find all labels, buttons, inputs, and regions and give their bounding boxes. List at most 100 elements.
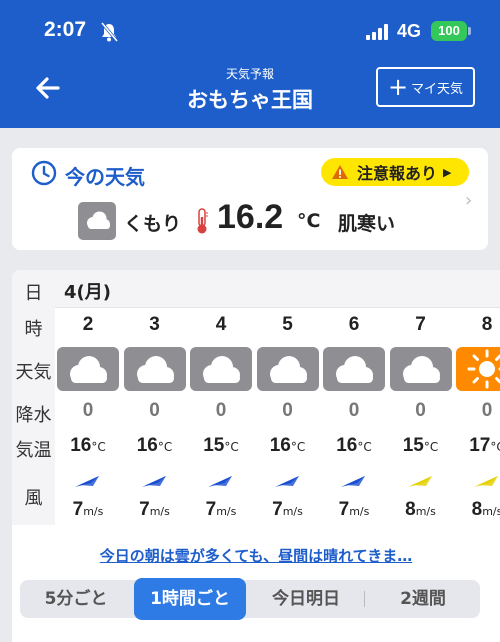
current-condition: くもり	[124, 213, 182, 235]
wind-speed-value: 7	[139, 499, 150, 520]
temperature-cell: 17°C	[454, 435, 500, 457]
temperature-unit: °C	[423, 440, 439, 454]
wind-speed-unit: m/s	[415, 505, 436, 518]
wind-direction-icon	[454, 473, 500, 487]
temperature-unit: °C	[490, 440, 500, 454]
warning-label: 注意報あり	[357, 164, 438, 183]
precipitation-value: 0	[149, 400, 160, 421]
wind-speed-unit: m/s	[83, 505, 104, 518]
tab-divider	[364, 591, 365, 607]
row-label-wind: 風	[24, 488, 43, 509]
row-label-day: 日	[24, 283, 43, 304]
wind-speed-value: 7	[338, 499, 350, 520]
precipitation-value: 0	[282, 400, 293, 421]
clock-icon	[31, 160, 57, 186]
wind-speed-cell: 7m/s	[321, 499, 387, 521]
tab-2weeks[interactable]: 2週間	[366, 580, 480, 618]
battery-tip	[468, 27, 471, 35]
wind-direction-icon	[188, 473, 254, 487]
hour-label: 8	[481, 314, 493, 335]
temperature-unit: °C	[157, 440, 173, 454]
forecast-summary-link[interactable]: 今日の朝は雲が多くても、昼間は晴れてきま…	[12, 545, 500, 566]
current-weather-card[interactable]: 今の天気 注意報あり ▶ くもり 16.2 °C 肌寒い ›	[12, 148, 488, 250]
wind-speed-cell: 7m/s	[122, 499, 188, 521]
wind-speed-value: 7	[72, 499, 84, 520]
wind-direction-icon	[122, 473, 188, 487]
wind-speed-unit: m/s	[482, 505, 500, 518]
wind-speed-value: 8	[405, 499, 416, 520]
temperature-value: 17	[469, 435, 491, 456]
tab-today-tomorrow[interactable]: 今日明日	[248, 580, 364, 618]
hour-label: 7	[415, 314, 426, 335]
precipitation-value: 0	[215, 400, 227, 421]
day-label: 4(月)	[64, 282, 111, 303]
wind-speed-unit: m/s	[282, 505, 303, 518]
temperature-value: 15	[203, 435, 225, 456]
wind-speed-unit: m/s	[149, 505, 170, 518]
wind-speed-value: 8	[471, 499, 483, 520]
temperature-value: 16	[70, 435, 92, 456]
wind-speed-cell: 7m/s	[55, 499, 121, 521]
bell-off-icon	[100, 22, 118, 42]
temperature-value: 16	[136, 435, 158, 456]
cloudy-icon	[323, 347, 385, 391]
temperature-unit: °C	[290, 440, 306, 454]
plus-icon: +	[387, 73, 409, 101]
cloudy-icon	[190, 347, 252, 391]
temperature-cell: 16°C	[55, 435, 121, 457]
temperature-unit: °C	[357, 440, 372, 454]
row-label-precip: 降水	[15, 405, 52, 426]
wind-speed-cell: 8m/s	[454, 499, 500, 521]
add-my-weather-button[interactable]: + マイ天気	[376, 67, 475, 107]
interval-tabs: 5分ごと 1時間ごと 今日明日 2週間	[20, 578, 480, 620]
day-row	[55, 270, 500, 308]
warning-badge[interactable]: 注意報あり ▶	[321, 158, 469, 186]
row-label-weather: 天気	[15, 362, 52, 383]
wind-speed-cell: 7m/s	[188, 499, 254, 521]
temperature-cell: 15°C	[188, 435, 254, 457]
hour-label: 5	[282, 314, 293, 335]
cloudy-icon	[57, 347, 119, 391]
thermometer-icon	[197, 208, 208, 234]
tab-5min[interactable]: 5分ごと	[20, 580, 132, 618]
status-bar: 2:07 4G 100	[0, 0, 500, 62]
temperature-cell: 15°C	[388, 435, 454, 457]
cloudy-icon	[123, 347, 186, 391]
cloudy-icon	[256, 347, 319, 391]
warning-icon	[332, 165, 348, 179]
hour-label: 6	[348, 314, 360, 335]
temperature-cell: 16°C	[255, 435, 321, 457]
temperature-cell: 16°C	[122, 435, 188, 457]
precipitation-value: 0	[415, 400, 426, 421]
tab-hourly[interactable]: 1時間ごと	[134, 578, 246, 620]
wind-speed-cell: 8m/s	[388, 499, 454, 521]
cellular-signal-icon	[366, 24, 390, 40]
my-weather-label: マイ天気	[411, 81, 464, 97]
sunny-icon	[456, 347, 500, 391]
temperature-cell: 16°C	[321, 435, 387, 457]
network-type: 4G	[397, 21, 422, 41]
app-header: 2:07 4G 100 天気予報 おもちゃ王国 + マイ天気	[0, 0, 500, 128]
row-label-temp: 気温	[15, 440, 52, 461]
wind-direction-icon	[55, 473, 121, 487]
temperature-value: 16	[269, 435, 291, 456]
temperature-unit: °C	[91, 440, 106, 454]
hour-label: 2	[82, 314, 94, 335]
wind-direction-icon	[321, 473, 387, 487]
wind-speed-unit: m/s	[349, 505, 370, 518]
wind-speed-value: 7	[272, 499, 283, 520]
hour-label: 4	[215, 314, 227, 335]
current-weather-label: 今の天気	[65, 165, 145, 189]
feels-like-text: 肌寒い	[338, 213, 396, 235]
precipitation-value: 0	[82, 400, 94, 421]
hourly-forecast-table: 日 時 天気 降水 気温 風 4(月) 2 0 16°C 7m/s 3 0 16°C 7m/s…	[12, 270, 500, 642]
precipitation-value: 0	[481, 400, 493, 421]
temperature-unit: °C	[224, 440, 239, 454]
current-temperature: 16.2	[217, 198, 284, 236]
temperature-value: 15	[402, 435, 424, 456]
temperature-unit: °C	[297, 210, 321, 232]
wind-speed-value: 7	[205, 499, 217, 520]
chevron-right-icon: ›	[465, 190, 473, 211]
precipitation-value: 0	[348, 400, 360, 421]
battery-icon: 100	[431, 21, 467, 41]
